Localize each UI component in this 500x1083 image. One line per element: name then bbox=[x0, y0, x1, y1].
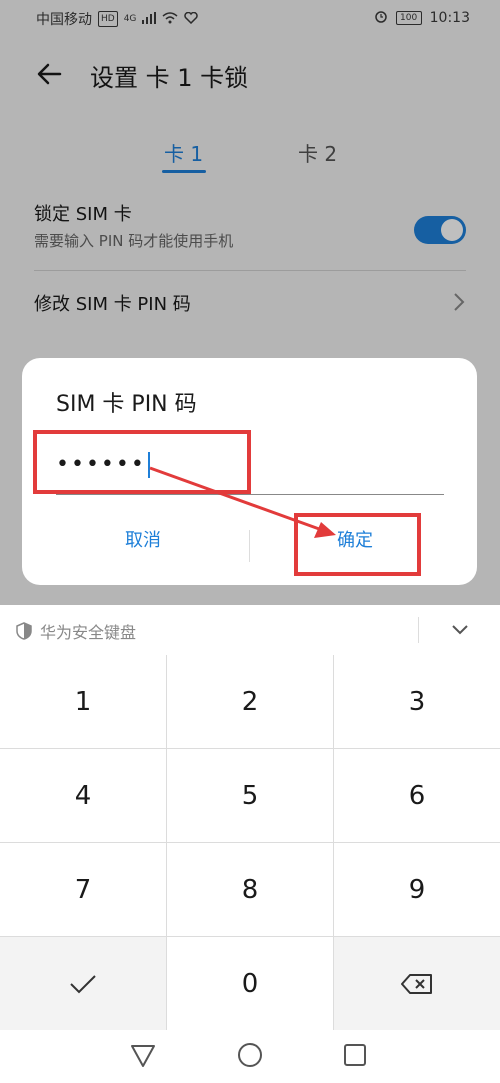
key-6[interactable]: 6 bbox=[334, 749, 500, 842]
key-8[interactable]: 8 bbox=[167, 843, 333, 936]
backspace-key[interactable] bbox=[334, 937, 500, 1030]
pin-highlight-box bbox=[33, 430, 251, 494]
key-4[interactable]: 4 bbox=[0, 749, 166, 842]
dialog-title: SIM 卡 PIN 码 bbox=[56, 392, 197, 417]
nav-home-icon[interactable] bbox=[235, 1040, 265, 1070]
keyboard-brand-label: 华为安全键盘 bbox=[40, 623, 137, 642]
key-7[interactable]: 7 bbox=[0, 843, 166, 936]
chevron-down-icon[interactable] bbox=[450, 619, 470, 639]
ok-highlight-box bbox=[294, 513, 421, 576]
key-5[interactable]: 5 bbox=[167, 749, 333, 842]
keyboard-toolbar: 华为安全键盘 bbox=[0, 605, 500, 656]
shield-icon bbox=[16, 622, 32, 640]
key-2[interactable]: 2 bbox=[167, 655, 333, 748]
backspace-icon bbox=[401, 973, 432, 994]
system-nav-bar bbox=[0, 1030, 500, 1083]
keyboard-brand: 华为安全键盘 bbox=[16, 619, 136, 643]
checkmark-icon bbox=[70, 974, 96, 993]
key-1[interactable]: 1 bbox=[0, 655, 166, 748]
nav-back-icon[interactable] bbox=[128, 1040, 158, 1070]
numeric-keypad: 1 2 3 4 5 6 7 8 9 0 bbox=[0, 655, 500, 1030]
cancel-button[interactable]: 取消 bbox=[68, 526, 218, 552]
confirm-key[interactable] bbox=[0, 937, 166, 1030]
key-0[interactable]: 0 bbox=[167, 937, 333, 1030]
button-divider bbox=[249, 530, 250, 562]
key-9[interactable]: 9 bbox=[334, 843, 500, 936]
toolbar-divider bbox=[418, 617, 419, 643]
nav-recent-icon[interactable] bbox=[340, 1040, 370, 1070]
key-3[interactable]: 3 bbox=[334, 655, 500, 748]
